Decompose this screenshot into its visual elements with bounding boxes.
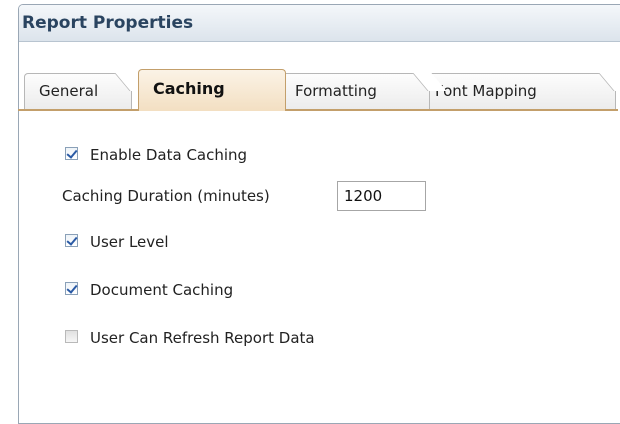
tab-font-mapping-label: Font Mapping [435, 82, 537, 100]
tab-caching[interactable]: Caching [138, 69, 286, 111]
tab-caching-label: Caching [153, 79, 225, 98]
user-can-refresh-label: User Can Refresh Report Data [90, 329, 315, 347]
user-can-refresh-row[interactable]: User Can Refresh Report Data [65, 326, 315, 350]
enable-data-caching-row[interactable]: Enable Data Caching [65, 143, 247, 167]
document-caching-label: Document Caching [90, 281, 234, 299]
user-level-label: User Level [90, 233, 169, 251]
tab-strip: General Caching Formatting Font Mapping [18, 69, 620, 111]
user-can-refresh-checkbox[interactable] [65, 330, 78, 343]
tab-general[interactable]: General [24, 73, 149, 109]
dialog-title: Report Properties [19, 5, 620, 42]
document-caching-checkbox[interactable] [65, 282, 78, 295]
enable-data-caching-checkbox[interactable] [65, 147, 78, 160]
tab-formatting-label: Formatting [295, 82, 377, 100]
caching-duration-label: Caching Duration (minutes) [62, 187, 270, 205]
tab-formatting[interactable]: Formatting [280, 73, 447, 109]
document-caching-row[interactable]: Document Caching [65, 278, 233, 302]
caching-duration-input[interactable] [337, 181, 426, 211]
report-properties-dialog: Report Properties [18, 4, 620, 424]
user-level-row[interactable]: User Level [65, 230, 169, 254]
enable-data-caching-label: Enable Data Caching [90, 146, 248, 164]
tab-strip-baseline [18, 109, 618, 111]
tab-font-mapping[interactable]: Font Mapping [420, 73, 620, 109]
caching-duration-row: Caching Duration (minutes) [62, 184, 270, 208]
user-level-checkbox[interactable] [65, 234, 78, 247]
tab-general-label: General [39, 82, 99, 100]
